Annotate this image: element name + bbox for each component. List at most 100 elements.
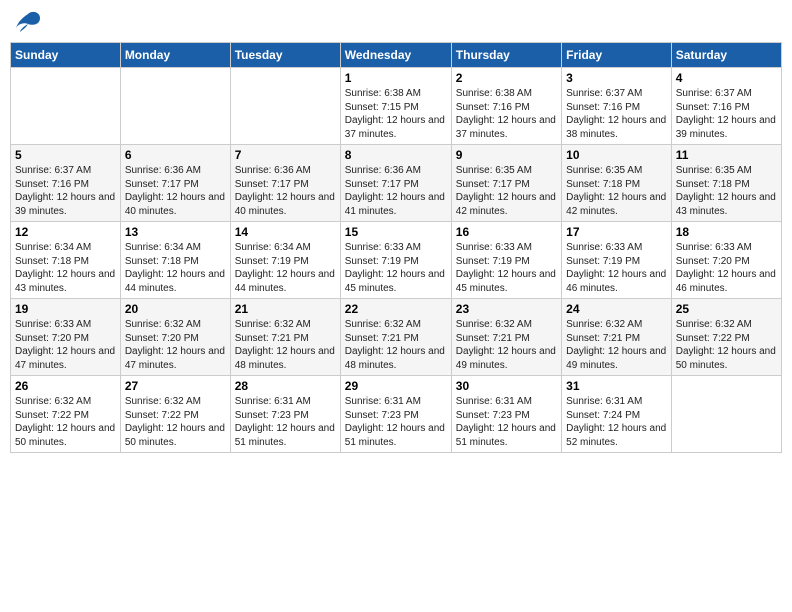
day-number: 7 [235,148,336,162]
day-number: 3 [566,71,667,85]
calendar-cell: 5 Sunrise: 6:37 AM Sunset: 7:16 PM Daylig… [11,145,121,222]
day-header-wednesday: Wednesday [340,43,451,68]
calendar-cell: 28 Sunrise: 6:31 AM Sunset: 7:23 PM Dayli… [230,376,340,453]
calendar-cell: 1Sunrise: 6:38 AM Sunset: 7:15 PM Daylig… [340,68,451,145]
day-info: Sunrise: 6:32 AM Sunset: 7:21 PM Dayligh… [235,318,336,372]
calendar-cell: 12 Sunrise: 6:34 AM Sunset: 7:18 PM Dayli… [11,222,121,299]
calendar-cell: 8 Sunrise: 6:36 AM Sunset: 7:17 PM Daylig… [340,145,451,222]
day-number: 27 [125,379,226,393]
day-number: 24 [566,302,667,316]
calendar-cell: 22 Sunrise: 6:32 AM Sunset: 7:21 PM Dayli… [340,299,451,376]
calendar-cell: 26Sunrise: 6:32 AM Sunset: 7:22 PM Dayli… [11,376,121,453]
calendar-table: SundayMondayTuesdayWednesdayThursdayFrid… [10,42,782,453]
calendar-cell: 18 Sunrise: 6:33 AM Sunset: 7:20 PM Dayli… [671,222,781,299]
logo [14,10,46,34]
calendar-cell: 9 Sunrise: 6:35 AM Sunset: 7:17 PM Daylig… [451,145,561,222]
calendar-cell: 23 Sunrise: 6:32 AM Sunset: 7:21 PM Dayli… [451,299,561,376]
day-info: Sunrise: 6:37 AM Sunset: 7:16 PM Dayligh… [15,164,116,218]
day-number: 6 [125,148,226,162]
calendar-cell [11,68,121,145]
calendar-cell: 13 Sunrise: 6:34 AM Sunset: 7:18 PM Dayli… [120,222,230,299]
day-info: Sunrise: 6:34 AM Sunset: 7:18 PM Dayligh… [15,241,116,295]
day-info: Sunrise: 6:34 AM Sunset: 7:18 PM Dayligh… [125,241,226,295]
day-number: 31 [566,379,667,393]
day-info: Sunrise: 6:32 AM Sunset: 7:22 PM Dayligh… [15,395,116,449]
day-info: Sunrise: 6:32 AM Sunset: 7:20 PM Dayligh… [125,318,226,372]
day-number: 9 [456,148,557,162]
day-info: Sunrise: 6:31 AM Sunset: 7:23 PM Dayligh… [345,395,447,449]
day-info: Sunrise: 6:34 AM Sunset: 7:19 PM Dayligh… [235,241,336,295]
day-header-friday: Friday [562,43,672,68]
day-number: 19 [15,302,116,316]
day-number: 8 [345,148,447,162]
calendar-cell: 25Sunrise: 6:32 AM Sunset: 7:22 PM Dayli… [671,299,781,376]
day-info: Sunrise: 6:35 AM Sunset: 7:17 PM Dayligh… [456,164,557,218]
calendar-cell: 24 Sunrise: 6:32 AM Sunset: 7:21 PM Dayli… [562,299,672,376]
day-number: 12 [15,225,116,239]
day-number: 20 [125,302,226,316]
calendar-cell: 6 Sunrise: 6:36 AM Sunset: 7:17 PM Daylig… [120,145,230,222]
day-info: Sunrise: 6:32 AM Sunset: 7:21 PM Dayligh… [566,318,667,372]
day-info: Sunrise: 6:33 AM Sunset: 7:19 PM Dayligh… [566,241,667,295]
day-info: Sunrise: 6:31 AM Sunset: 7:24 PM Dayligh… [566,395,667,449]
day-header-sunday: Sunday [11,43,121,68]
calendar-cell: 2 Sunrise: 6:38 AM Sunset: 7:16 PM Daylig… [451,68,561,145]
page-header [10,10,782,34]
day-number: 29 [345,379,447,393]
day-number: 22 [345,302,447,316]
calendar-week-row: 26Sunrise: 6:32 AM Sunset: 7:22 PM Dayli… [11,376,782,453]
calendar-cell: 30 Sunrise: 6:31 AM Sunset: 7:23 PM Dayli… [451,376,561,453]
day-number: 21 [235,302,336,316]
calendar-cell: 11Sunrise: 6:35 AM Sunset: 7:18 PM Dayli… [671,145,781,222]
calendar-cell: 21 Sunrise: 6:32 AM Sunset: 7:21 PM Dayli… [230,299,340,376]
day-number: 30 [456,379,557,393]
calendar-header-row: SundayMondayTuesdayWednesdayThursdayFrid… [11,43,782,68]
calendar-cell [120,68,230,145]
calendar-cell: 31 Sunrise: 6:31 AM Sunset: 7:24 PM Dayli… [562,376,672,453]
calendar-cell: 19Sunrise: 6:33 AM Sunset: 7:20 PM Dayli… [11,299,121,376]
day-number: 4 [676,71,777,85]
day-number: 23 [456,302,557,316]
day-info: Sunrise: 6:33 AM Sunset: 7:20 PM Dayligh… [676,241,777,295]
calendar-cell: 29 Sunrise: 6:31 AM Sunset: 7:23 PM Dayli… [340,376,451,453]
day-info: Sunrise: 6:36 AM Sunset: 7:17 PM Dayligh… [235,164,336,218]
day-number: 1 [345,71,447,85]
day-number: 13 [125,225,226,239]
day-info: Sunrise: 6:31 AM Sunset: 7:23 PM Dayligh… [456,395,557,449]
calendar-week-row: 12 Sunrise: 6:34 AM Sunset: 7:18 PM Dayli… [11,222,782,299]
calendar-cell: 20 Sunrise: 6:32 AM Sunset: 7:20 PM Dayli… [120,299,230,376]
day-number: 18 [676,225,777,239]
day-header-tuesday: Tuesday [230,43,340,68]
day-header-monday: Monday [120,43,230,68]
day-number: 16 [456,225,557,239]
calendar-cell: 15Sunrise: 6:33 AM Sunset: 7:19 PM Dayli… [340,222,451,299]
day-info: Sunrise: 6:33 AM Sunset: 7:19 PM Dayligh… [456,241,557,295]
day-number: 2 [456,71,557,85]
day-info: Sunrise: 6:36 AM Sunset: 7:17 PM Dayligh… [125,164,226,218]
calendar-cell: 17 Sunrise: 6:33 AM Sunset: 7:19 PM Dayli… [562,222,672,299]
day-info: Sunrise: 6:32 AM Sunset: 7:21 PM Dayligh… [345,318,447,372]
day-header-thursday: Thursday [451,43,561,68]
calendar-cell [230,68,340,145]
day-info: Sunrise: 6:36 AM Sunset: 7:17 PM Dayligh… [345,164,447,218]
day-number: 28 [235,379,336,393]
day-number: 14 [235,225,336,239]
calendar-cell: 4Sunrise: 6:37 AM Sunset: 7:16 PM Daylig… [671,68,781,145]
calendar-cell: 3 Sunrise: 6:37 AM Sunset: 7:16 PM Daylig… [562,68,672,145]
day-number: 5 [15,148,116,162]
calendar-week-row: 1Sunrise: 6:38 AM Sunset: 7:15 PM Daylig… [11,68,782,145]
day-info: Sunrise: 6:32 AM Sunset: 7:21 PM Dayligh… [456,318,557,372]
day-info: Sunrise: 6:31 AM Sunset: 7:23 PM Dayligh… [235,395,336,449]
calendar-week-row: 19Sunrise: 6:33 AM Sunset: 7:20 PM Dayli… [11,299,782,376]
day-number: 17 [566,225,667,239]
day-info: Sunrise: 6:32 AM Sunset: 7:22 PM Dayligh… [125,395,226,449]
day-number: 11 [676,148,777,162]
day-header-saturday: Saturday [671,43,781,68]
day-info: Sunrise: 6:37 AM Sunset: 7:16 PM Dayligh… [566,87,667,141]
calendar-cell [671,376,781,453]
day-info: Sunrise: 6:38 AM Sunset: 7:16 PM Dayligh… [456,87,557,141]
day-number: 25 [676,302,777,316]
day-info: Sunrise: 6:33 AM Sunset: 7:19 PM Dayligh… [345,241,447,295]
calendar-cell: 27 Sunrise: 6:32 AM Sunset: 7:22 PM Dayli… [120,376,230,453]
logo-icon [14,10,42,34]
